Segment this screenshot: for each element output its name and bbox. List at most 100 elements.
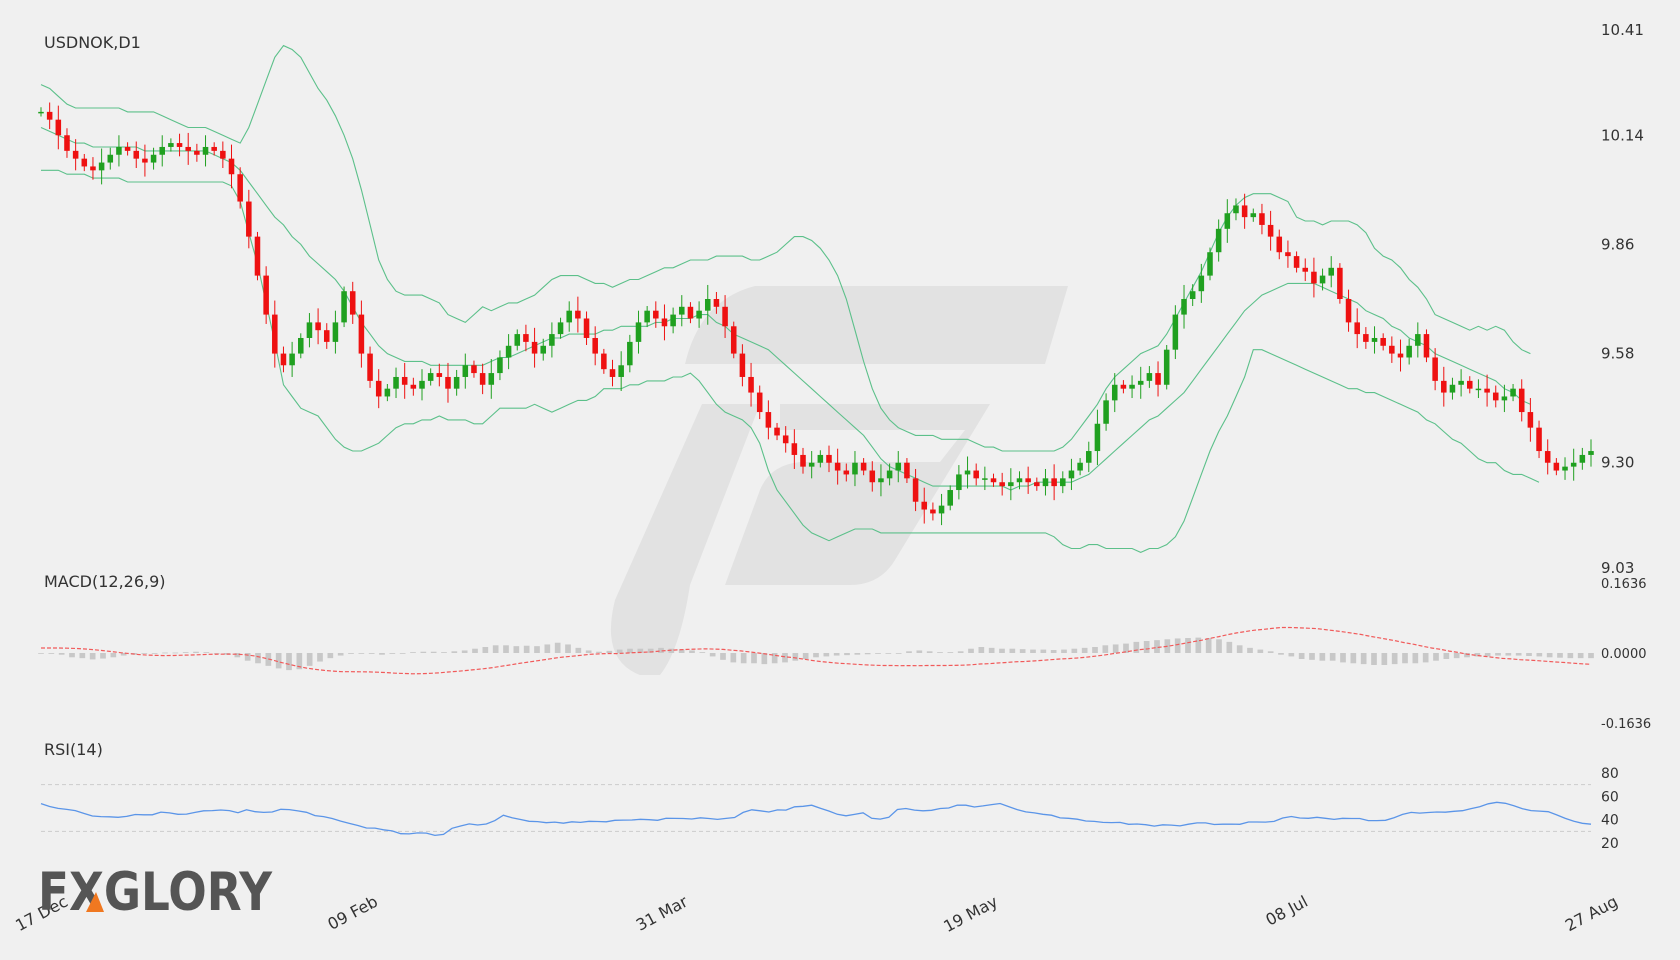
macd-histogram-bar	[596, 651, 602, 653]
candle-body	[436, 373, 443, 377]
candle	[1328, 256, 1334, 288]
candle-body	[1172, 314, 1179, 350]
candle	[1060, 471, 1066, 494]
macd-histogram-bar	[720, 653, 726, 660]
candle	[427, 368, 434, 386]
macd-histogram-bar	[306, 653, 313, 666]
macd-histogram-bar	[1433, 653, 1439, 661]
candle-body	[410, 384, 417, 389]
candle-body	[990, 478, 997, 483]
candle	[194, 143, 200, 162]
macd-histogram-bar	[864, 653, 871, 655]
macd-histogram-bar	[565, 644, 571, 653]
macd-histogram-bar	[1267, 651, 1274, 653]
macd-histogram-bar	[1092, 647, 1098, 653]
macd-histogram-bar	[730, 653, 737, 663]
candle-body	[1085, 451, 1092, 463]
candle-body	[64, 135, 70, 151]
candle	[1441, 366, 1447, 407]
macd-histogram-bar	[957, 651, 964, 653]
candle	[202, 135, 209, 167]
candle-body	[1319, 275, 1326, 284]
candle-body	[999, 482, 1005, 487]
candle-body	[869, 470, 876, 483]
candle-body	[479, 373, 486, 385]
macd-histogram-bar	[203, 652, 210, 653]
candle	[1250, 208, 1257, 222]
candle	[1337, 263, 1343, 304]
candle-body	[38, 111, 44, 114]
candle-body	[1363, 334, 1369, 342]
candle	[497, 350, 503, 381]
watermark	[610, 286, 1068, 675]
macd-histogram-bar	[69, 653, 75, 658]
candle-body	[635, 322, 642, 342]
candle	[1354, 308, 1360, 349]
candle	[540, 338, 547, 361]
candle	[1163, 345, 1170, 390]
candle-body	[116, 146, 122, 155]
candle-body	[1406, 345, 1412, 358]
candle-body	[1137, 380, 1144, 385]
candle-body	[1250, 213, 1257, 218]
candle-body	[1492, 392, 1499, 401]
candle-body	[774, 427, 780, 436]
candle-body	[1328, 267, 1334, 276]
candle-body	[1302, 267, 1309, 272]
macd-histogram-bar	[1422, 653, 1429, 663]
candle-body	[1189, 291, 1196, 299]
candle	[627, 334, 633, 373]
macd-histogram-bar	[38, 653, 44, 654]
candle	[168, 138, 174, 152]
candle	[938, 493, 945, 526]
macd-histogram-bar	[182, 652, 189, 653]
candle-body	[202, 146, 209, 155]
macd-panel-title: MACD(12,26,9)	[44, 572, 166, 591]
macd-histogram-bar	[523, 645, 530, 653]
candle	[1510, 383, 1516, 402]
macd-histogram-bar	[1019, 649, 1026, 653]
candle-body	[263, 275, 269, 315]
price-tick-label: 9.86	[1601, 235, 1634, 253]
candle-body	[1267, 224, 1274, 237]
candle	[618, 351, 624, 392]
x-tick-label: 09 Feb	[324, 892, 380, 934]
macd-tick-label: -0.1636	[1601, 717, 1651, 732]
candle	[514, 329, 521, 351]
candle-body	[220, 150, 226, 159]
macd-histogram-bar	[1515, 653, 1522, 656]
candle-body	[1146, 373, 1153, 381]
candle	[1570, 448, 1577, 481]
candle-body	[254, 236, 261, 276]
candle-body	[1077, 462, 1083, 471]
candle	[1363, 327, 1369, 349]
candle-body	[445, 376, 451, 389]
macd-histogram-bar	[1536, 653, 1543, 657]
candle-body	[176, 143, 183, 147]
candle	[1449, 377, 1456, 400]
candle	[1293, 251, 1300, 273]
candle	[1129, 375, 1135, 399]
candle-body	[687, 306, 694, 319]
macd-histogram-bar	[1050, 650, 1057, 653]
x-tick-label: 31 Mar	[633, 892, 691, 935]
candle-body	[306, 322, 313, 338]
macd-histogram-bar	[1247, 647, 1253, 653]
candle	[1172, 305, 1179, 360]
candle-body	[696, 310, 702, 319]
brand-logo-text: FXGLORY	[38, 862, 273, 923]
candle-body	[808, 462, 815, 467]
candle-body	[150, 154, 157, 163]
candle-body	[956, 474, 962, 491]
macd-histogram-bar	[1453, 653, 1460, 659]
macd-histogram-bar	[895, 653, 902, 654]
macd-histogram-bar	[430, 651, 437, 653]
macd-histogram-bar	[255, 653, 261, 664]
watermark-logo-side	[610, 404, 760, 675]
macd-histogram-bar	[151, 653, 158, 654]
candle-body	[609, 369, 616, 377]
macd-histogram-bar	[441, 652, 447, 653]
candle	[272, 300, 278, 368]
macd-histogram-bar	[1505, 653, 1512, 656]
candle	[592, 326, 598, 366]
